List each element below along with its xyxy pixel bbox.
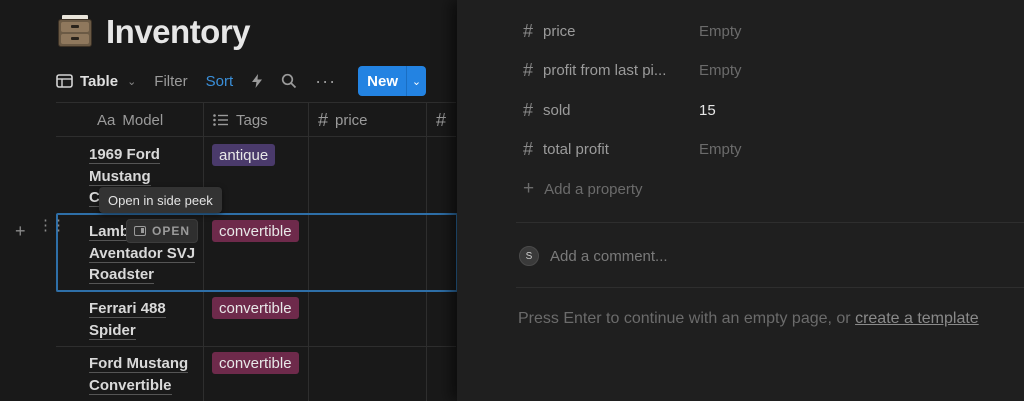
view-label: Table [80, 72, 119, 90]
column-header-price[interactable]: # price [318, 103, 368, 137]
property-total-profit[interactable]: # total profit Empty [523, 137, 742, 161]
add-row-icon[interactable]: + [15, 221, 26, 242]
open-row-button[interactable]: OPEN [126, 219, 199, 243]
list-icon [213, 114, 228, 126]
tag-badge[interactable]: convertible [212, 352, 299, 374]
divider [516, 287, 1024, 288]
property-sold[interactable]: # sold 15 [523, 98, 716, 122]
lightning-icon [252, 74, 263, 88]
text-type-icon: Aa [97, 111, 116, 129]
number-type-icon: # [523, 59, 534, 80]
table-icon [56, 74, 73, 88]
new-dropdown-chevron-icon[interactable]: ⌄ [405, 66, 426, 96]
property-value[interactable]: Empty [699, 23, 742, 40]
sort-button[interactable]: Sort [206, 73, 234, 90]
new-button[interactable]: New [358, 66, 406, 96]
drag-handle-icon[interactable]: ⋮⋮ [38, 218, 66, 233]
property-price[interactable]: # price Empty [523, 19, 742, 43]
row-divider [56, 346, 456, 347]
filter-button[interactable]: Filter [154, 73, 187, 90]
database-toolbar: Table ⌄ Filter Sort ··· New ⌄ [56, 66, 456, 96]
tag-badge[interactable]: convertible [212, 297, 299, 319]
side-peek-icon [134, 226, 146, 236]
number-type-icon: # [523, 20, 534, 41]
property-value[interactable]: Empty [699, 141, 742, 158]
file-cabinet-icon[interactable] [56, 15, 94, 49]
number-type-icon: # [436, 109, 447, 130]
column-header-model[interactable]: Aa Model [97, 103, 163, 137]
plus-icon: + [523, 178, 535, 199]
side-peek-panel: # price Empty # profit from last pi... E… [457, 0, 1024, 401]
empty-page-hint: Press Enter to continue with an empty pa… [518, 310, 979, 327]
table-row-model[interactable]: Ferrari 488 Spider [89, 298, 199, 341]
chevron-down-icon: ⌄ [127, 75, 137, 88]
page-title[interactable]: Inventory [106, 13, 251, 51]
tag-badge[interactable]: convertible [212, 220, 299, 242]
column-header-next[interactable]: # [436, 103, 446, 137]
property-profit-from-last[interactable]: # profit from last pi... Empty [523, 58, 742, 82]
property-value[interactable]: 15 [699, 102, 716, 119]
search-button[interactable] [281, 73, 297, 89]
number-type-icon: # [318, 109, 329, 130]
tag-badge[interactable]: antique [212, 144, 276, 166]
automation-button[interactable] [251, 73, 263, 89]
more-options-icon[interactable]: ··· [315, 71, 336, 92]
comment-placeholder: Add a comment... [550, 247, 668, 265]
table-row-model[interactable]: Ford Mustang Convertible [89, 353, 199, 396]
divider [516, 222, 1024, 223]
tooltip: Open in side peek [99, 187, 222, 213]
new-button-group: New ⌄ [358, 66, 426, 96]
column-header-tags[interactable]: Tags [213, 103, 268, 137]
avatar: S [519, 246, 539, 266]
number-type-icon: # [523, 138, 534, 159]
create-template-link[interactable]: create a template [855, 310, 979, 327]
search-icon [282, 73, 297, 89]
comment-input[interactable]: S Add a comment... [519, 246, 668, 266]
number-type-icon: # [523, 99, 534, 120]
view-switcher[interactable]: Table ⌄ [56, 73, 136, 90]
property-value[interactable]: Empty [699, 62, 742, 79]
page-header: Inventory [56, 10, 251, 54]
add-property-button[interactable]: + Add a property [523, 178, 643, 200]
database-pane: Inventory Table ⌄ Filter Sort ··· New ⌄ … [0, 0, 457, 401]
